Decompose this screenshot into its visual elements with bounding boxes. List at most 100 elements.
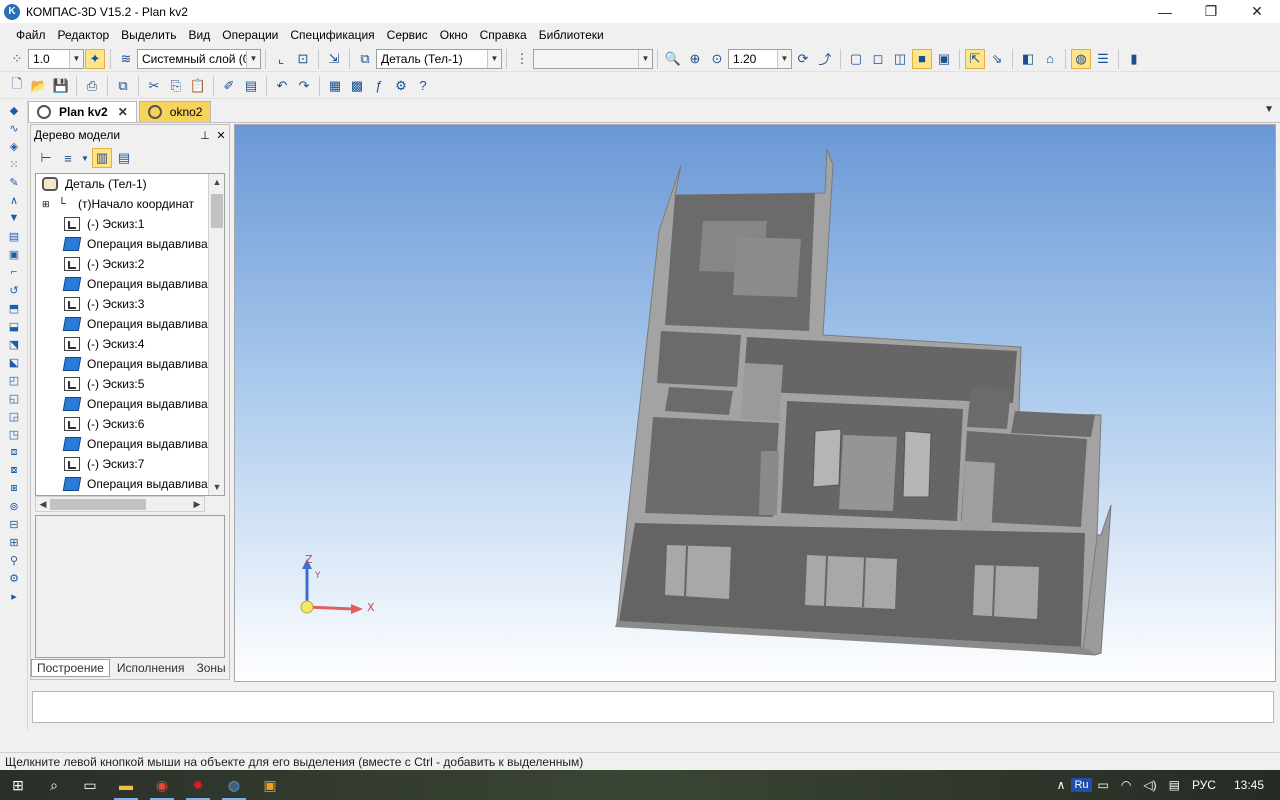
- thread-tool-icon[interactable]: ⊞: [4, 534, 24, 550]
- mirror-tool-icon[interactable]: ⧈: [4, 444, 24, 460]
- halftone-icon[interactable]: ■: [912, 48, 932, 69]
- loft-tool-icon[interactable]: ⬕: [4, 354, 24, 370]
- save-icon[interactable]: 💾: [51, 76, 71, 96]
- tree-view-icon[interactable]: ▥: [92, 148, 112, 168]
- properties-icon[interactable]: ▤: [241, 76, 261, 96]
- halftone-edges-icon[interactable]: ▣: [934, 49, 954, 69]
- tree-item-extrusion[interactable]: Операция выдавливания:5: [36, 394, 224, 414]
- new-document-icon[interactable]: 🗋: [7, 76, 27, 96]
- layer-combo[interactable]: Системный слой (0) ▼: [137, 48, 261, 69]
- close-panel-icon[interactable]: ✕: [213, 129, 229, 142]
- tab-plan-kv2[interactable]: Plan kv2 ✕: [28, 101, 137, 122]
- dimension-tool-icon[interactable]: ⌐: [4, 264, 24, 280]
- tree-item-origin[interactable]: ⊞ └ (т)Начало координат: [36, 194, 224, 214]
- tree-structure-icon[interactable]: ⊢: [36, 148, 56, 168]
- chevron-down-icon[interactable]: ▼: [777, 49, 791, 68]
- zoom-window-icon[interactable]: 🔍: [663, 49, 683, 69]
- model-tree-list[interactable]: Деталь (Тел-1) ⊞ └ (т)Начало координат (…: [35, 173, 225, 496]
- manager-icon[interactable]: ▦: [325, 76, 345, 96]
- minimize-button[interactable]: —: [1142, 0, 1188, 23]
- snap-toggle-icon[interactable]: ✦: [85, 48, 105, 69]
- menu-select[interactable]: Выделить: [115, 28, 182, 42]
- shell-tool-icon[interactable]: ◲: [4, 408, 24, 424]
- filter-tool-icon[interactable]: ▼: [4, 210, 24, 226]
- maximize-button[interactable]: ❐: [1188, 0, 1234, 23]
- tree-order-icon[interactable]: ≡: [58, 148, 78, 168]
- filter-select-icon[interactable]: ⇱: [965, 48, 985, 69]
- tree-item-extrusion[interactable]: Операция выдавливания:7: [36, 474, 224, 494]
- part-selector-icon[interactable]: ⧉: [355, 49, 375, 69]
- search-icon[interactable]: ⌕: [36, 770, 72, 800]
- chrome-icon[interactable]: ◉: [144, 770, 180, 800]
- paste-icon[interactable]: 📋: [188, 76, 208, 96]
- zoom-combo[interactable]: 1.20 ▼: [728, 48, 792, 69]
- sweep-tool-icon[interactable]: ⬔: [4, 336, 24, 352]
- scroll-down-icon[interactable]: ▼: [209, 479, 224, 495]
- open-folder-icon[interactable]: 📂: [29, 76, 49, 96]
- cursor-step-icon[interactable]: ⁘: [7, 49, 27, 69]
- model-viewport[interactable]: Z Y X: [234, 124, 1276, 682]
- copy-icon[interactable]: ⎘: [166, 76, 186, 96]
- tree-item-extrusion[interactable]: Операция выдавливания:2: [36, 274, 224, 294]
- menu-view[interactable]: Вид: [183, 28, 217, 42]
- house-icon[interactable]: ⌂: [1040, 49, 1060, 69]
- tab-zones[interactable]: Зоны: [192, 659, 231, 677]
- menu-help[interactable]: Справка: [474, 28, 533, 42]
- file-explorer-icon[interactable]: ▬: [108, 770, 144, 800]
- select-tool-icon[interactable]: ◆: [4, 102, 24, 118]
- measure-icon[interactable]: ⚙: [391, 76, 411, 96]
- menu-file[interactable]: Файл: [10, 28, 52, 42]
- tree-item-sketch[interactable]: (-) Эскиз:2: [36, 254, 224, 274]
- menu-service[interactable]: Сервис: [381, 28, 434, 42]
- tab-okno2[interactable]: okno2: [138, 101, 212, 122]
- spec-tool-icon[interactable]: ▤: [4, 228, 24, 244]
- format-brush-icon[interactable]: ✐: [219, 76, 239, 96]
- task-view-icon[interactable]: ▭: [72, 770, 108, 800]
- curve-tool-icon[interactable]: ∿: [4, 120, 24, 136]
- tab-versions[interactable]: Исполнения: [112, 659, 190, 677]
- menu-editor[interactable]: Редактор: [52, 28, 116, 42]
- points-tool-icon[interactable]: ⁙: [4, 156, 24, 172]
- tab-construction[interactable]: Построение: [31, 659, 110, 677]
- tree-vertical-scrollbar[interactable]: ▲ ▼: [208, 174, 224, 495]
- filter-options-icon[interactable]: ⇘: [987, 49, 1007, 69]
- extrude-tool-icon[interactable]: ⬒: [4, 300, 24, 316]
- menu-operations[interactable]: Операции: [216, 28, 284, 42]
- tree-item-sketch[interactable]: (-) Эскиз:7: [36, 454, 224, 474]
- hole-tool-icon[interactable]: ⊚: [4, 498, 24, 514]
- scroll-left-icon[interactable]: ◀: [36, 497, 50, 511]
- menu-libraries[interactable]: Библиотеки: [533, 28, 610, 42]
- tree-item-sketch[interactable]: (-) Эскиз:5: [36, 374, 224, 394]
- language-indicator[interactable]: Ru: [1071, 778, 1092, 792]
- step-combo[interactable]: 1.0 ▼: [28, 48, 84, 69]
- cut-tool-icon[interactable]: ⧆: [4, 480, 24, 496]
- cut-icon[interactable]: ✂: [144, 76, 164, 96]
- tree-item-sketch[interactable]: (-) Эскиз:3: [36, 294, 224, 314]
- panel-settings-icon[interactable]: ☰: [1093, 49, 1113, 69]
- variables-icon[interactable]: ƒ: [369, 76, 389, 96]
- tree-item-extrusion[interactable]: Операция выдавливания:1: [36, 234, 224, 254]
- close-window-button[interactable]: ✕: [1234, 0, 1280, 23]
- kompas-taskbar-icon[interactable]: ◍: [216, 770, 252, 800]
- volume-icon[interactable]: ◁): [1137, 778, 1162, 792]
- tree-horizontal-scrollbar[interactable]: ◀ ▶: [35, 496, 205, 512]
- scroll-right-icon[interactable]: ▶: [190, 497, 204, 511]
- tree-item-extrusion[interactable]: Операция выдавливания:3: [36, 314, 224, 334]
- print-icon[interactable]: ⎙: [82, 76, 102, 96]
- array-tool-icon[interactable]: ⧇: [4, 462, 24, 478]
- battery-icon[interactable]: ▭: [1092, 778, 1115, 792]
- undo-icon[interactable]: ↶: [272, 76, 292, 96]
- wifi-icon[interactable]: ◠: [1115, 778, 1137, 792]
- globe-icon[interactable]: ◍: [1071, 48, 1091, 69]
- tray-expand-chevron-icon[interactable]: ∧: [1051, 778, 1072, 792]
- building-model-3d[interactable]: [235, 125, 1275, 681]
- chamfer-tool-icon[interactable]: ◱: [4, 390, 24, 406]
- tab-list-chevron-icon[interactable]: ▼: [1264, 104, 1274, 115]
- tree-item-sketch[interactable]: (-) Эскиз:6: [36, 414, 224, 434]
- angle-tool-icon[interactable]: ∧: [4, 192, 24, 208]
- menu-specification[interactable]: Спецификация: [284, 28, 380, 42]
- tree-item-extrusion[interactable]: Операция выдавливания:4: [36, 354, 224, 374]
- box-yellow-icon[interactable]: ◧: [1018, 49, 1038, 69]
- chevron-down-icon[interactable]: ▼: [487, 49, 501, 68]
- rotate-body-icon[interactable]: ↺: [4, 282, 24, 298]
